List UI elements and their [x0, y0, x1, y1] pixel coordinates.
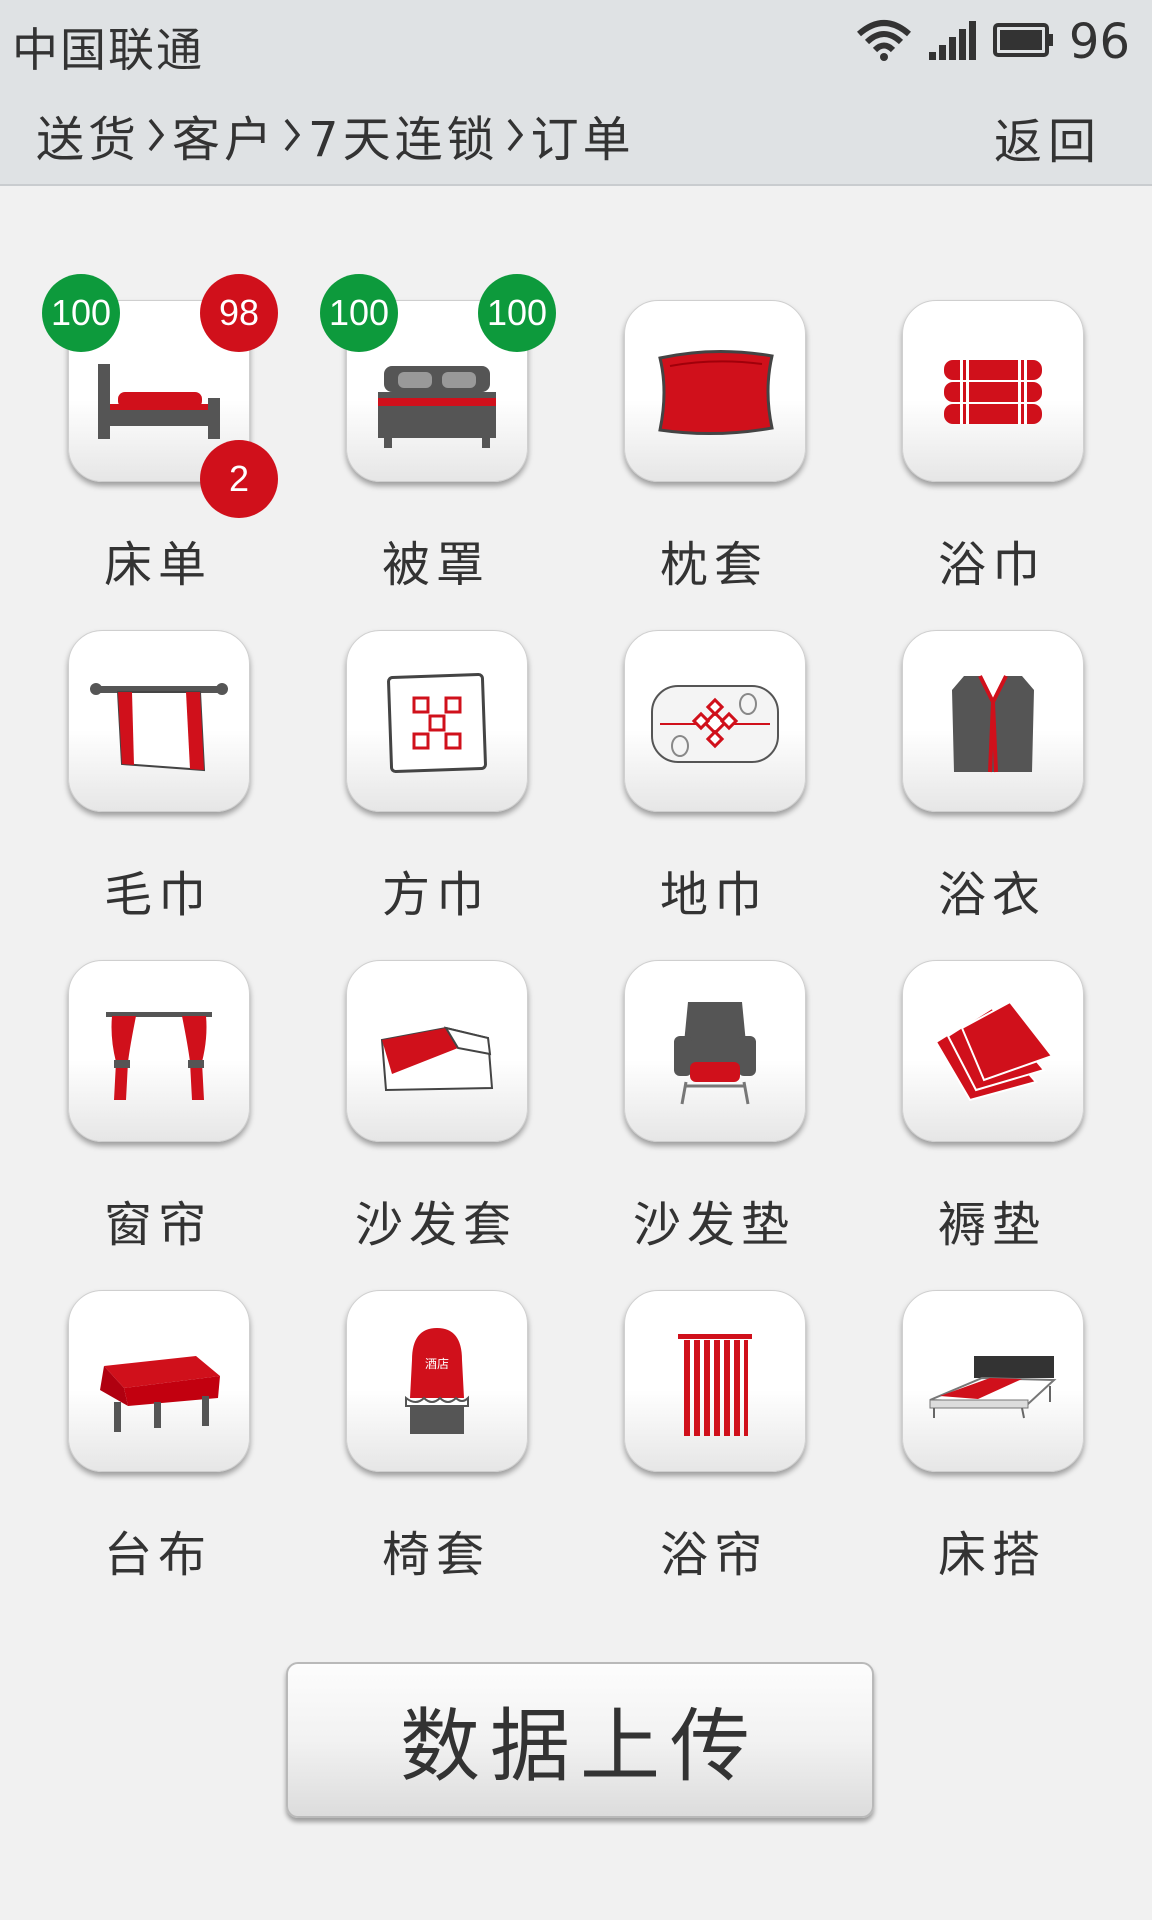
bathrobe-icon — [952, 675, 1034, 773]
floor-mat-icon — [651, 685, 779, 763]
grid-item-sofa-cushion[interactable]: 沙发垫 — [576, 960, 816, 1260]
tile-square-towel[interactable] — [346, 630, 528, 812]
chair-cover-icon: 酒店 — [405, 1328, 469, 1434]
tile-chair-cover[interactable]: 酒店 — [346, 1290, 528, 1472]
item-label: 枕套 — [659, 537, 768, 593]
item-label: 毛巾 — [103, 867, 212, 923]
tile-pillowcase[interactable] — [624, 300, 806, 482]
item-label: 椅套 — [381, 1527, 490, 1583]
battery-icon — [992, 22, 1055, 62]
status-icons: 96 — [855, 14, 1130, 70]
upload-data-button[interactable]: 数据上传 — [286, 1662, 874, 1818]
sofa-cushion-icon — [674, 1002, 756, 1105]
item-label: 浴巾 — [937, 537, 1046, 593]
grid-item-pillowcase[interactable]: 枕套 — [576, 300, 816, 600]
bath-towel-icon — [944, 360, 1042, 424]
status-bar: 中国联通 96 — [0, 0, 1152, 84]
pillowcase-icon — [658, 349, 774, 436]
badge-top-right: 100 — [478, 274, 556, 352]
towel-icon — [90, 683, 228, 772]
item-label: 沙发套 — [354, 1197, 517, 1253]
carrier-name: 中国联通 — [12, 23, 204, 77]
back-button[interactable]: 返回 — [994, 102, 1102, 172]
breadcrumb-item-customer[interactable]: 客户 — [172, 100, 276, 170]
item-label: 地巾 — [659, 867, 768, 923]
grid-item-curtain[interactable]: 窗帘 — [20, 960, 260, 1260]
item-label: 浴帘 — [659, 1527, 768, 1583]
item-label: 窗帘 — [103, 1197, 212, 1253]
badge-top-right: 98 — [200, 274, 278, 352]
curtain-icon — [106, 1012, 212, 1100]
tile-mattress-pad[interactable] — [902, 960, 1084, 1142]
grid-item-bed-runner[interactable]: 床搭 — [854, 1290, 1094, 1590]
tile-bathrobe[interactable] — [902, 630, 1084, 812]
tile-sofa-cover[interactable] — [346, 960, 528, 1142]
tablecloth-icon — [100, 1356, 220, 1432]
battery-percent: 96 — [1068, 14, 1130, 70]
tile-towel[interactable] — [68, 630, 250, 812]
item-label: 台布 — [103, 1527, 212, 1583]
top-bar: 中国联通 96 送货 客户 7天连锁 订单 返回 — [0, 0, 1152, 186]
item-label: 褥垫 — [937, 1197, 1046, 1253]
chevron-right-icon — [499, 118, 531, 152]
tile-curtain[interactable] — [68, 960, 250, 1142]
item-label: 沙发垫 — [632, 1197, 795, 1253]
grid-item-shower-curtain[interactable]: 浴帘 — [576, 1290, 816, 1590]
sofa-cover-icon — [380, 1026, 494, 1092]
grid-item-bed-sheet[interactable]: 100 98 2 床单 — [20, 274, 278, 600]
breadcrumb-item-store[interactable]: 7天连锁 — [308, 100, 499, 170]
item-label: 浴衣 — [937, 867, 1046, 923]
grid-item-towel[interactable]: 毛巾 — [20, 630, 260, 930]
badge-top-left: 100 — [320, 274, 398, 352]
grid-item-mattress-pad[interactable]: 褥垫 — [854, 960, 1094, 1260]
grid-item-floor-mat[interactable]: 地巾 — [576, 630, 816, 930]
tile-floor-mat[interactable] — [624, 630, 806, 812]
badge-top-left: 100 — [42, 274, 120, 352]
tile-shower-curtain[interactable] — [624, 1290, 806, 1472]
breadcrumb-item-delivery[interactable]: 送货 — [36, 100, 140, 170]
tile-bed-runner[interactable] — [902, 1290, 1084, 1472]
square-towel-icon — [387, 673, 487, 773]
shower-curtain-icon — [678, 1334, 752, 1436]
chevron-right-icon — [140, 118, 172, 152]
chevron-right-icon — [276, 118, 308, 152]
item-label: 被罩 — [381, 537, 490, 593]
grid-item-chair-cover[interactable]: 酒店 椅套 — [298, 1290, 538, 1590]
item-label: 方巾 — [381, 867, 490, 923]
mattress-pad-icon — [934, 1000, 1054, 1102]
wifi-icon — [855, 18, 913, 66]
breadcrumb-item-order: 订单 — [530, 112, 635, 168]
bed-runner-icon — [929, 1356, 1057, 1419]
grid-item-bathrobe[interactable]: 浴衣 — [854, 630, 1094, 930]
grid-item-sofa-cover[interactable]: 沙发套 — [298, 960, 538, 1260]
grid-item-duvet-cover[interactable]: 100 100 被罩 — [298, 274, 556, 600]
tile-bath-towel[interactable] — [902, 300, 1084, 482]
item-label: 床单 — [103, 537, 212, 593]
grid-item-square-towel[interactable]: 方巾 — [298, 630, 538, 930]
chair-cover-icon-text: 酒店 — [425, 1357, 449, 1371]
signal-icon — [927, 18, 979, 66]
item-label: 床搭 — [937, 1527, 1046, 1583]
navigation-bar: 送货 客户 7天连锁 订单 返回 — [0, 90, 1152, 184]
tile-tablecloth[interactable] — [68, 1290, 250, 1472]
grid-item-bath-towel[interactable]: 浴巾 — [854, 300, 1094, 600]
grid-item-tablecloth[interactable]: 台布 — [20, 1290, 260, 1590]
badge-bottom-right: 2 — [200, 440, 278, 518]
breadcrumb: 送货 客户 7天连锁 订单 — [36, 100, 635, 170]
tile-sofa-cushion[interactable] — [624, 960, 806, 1142]
